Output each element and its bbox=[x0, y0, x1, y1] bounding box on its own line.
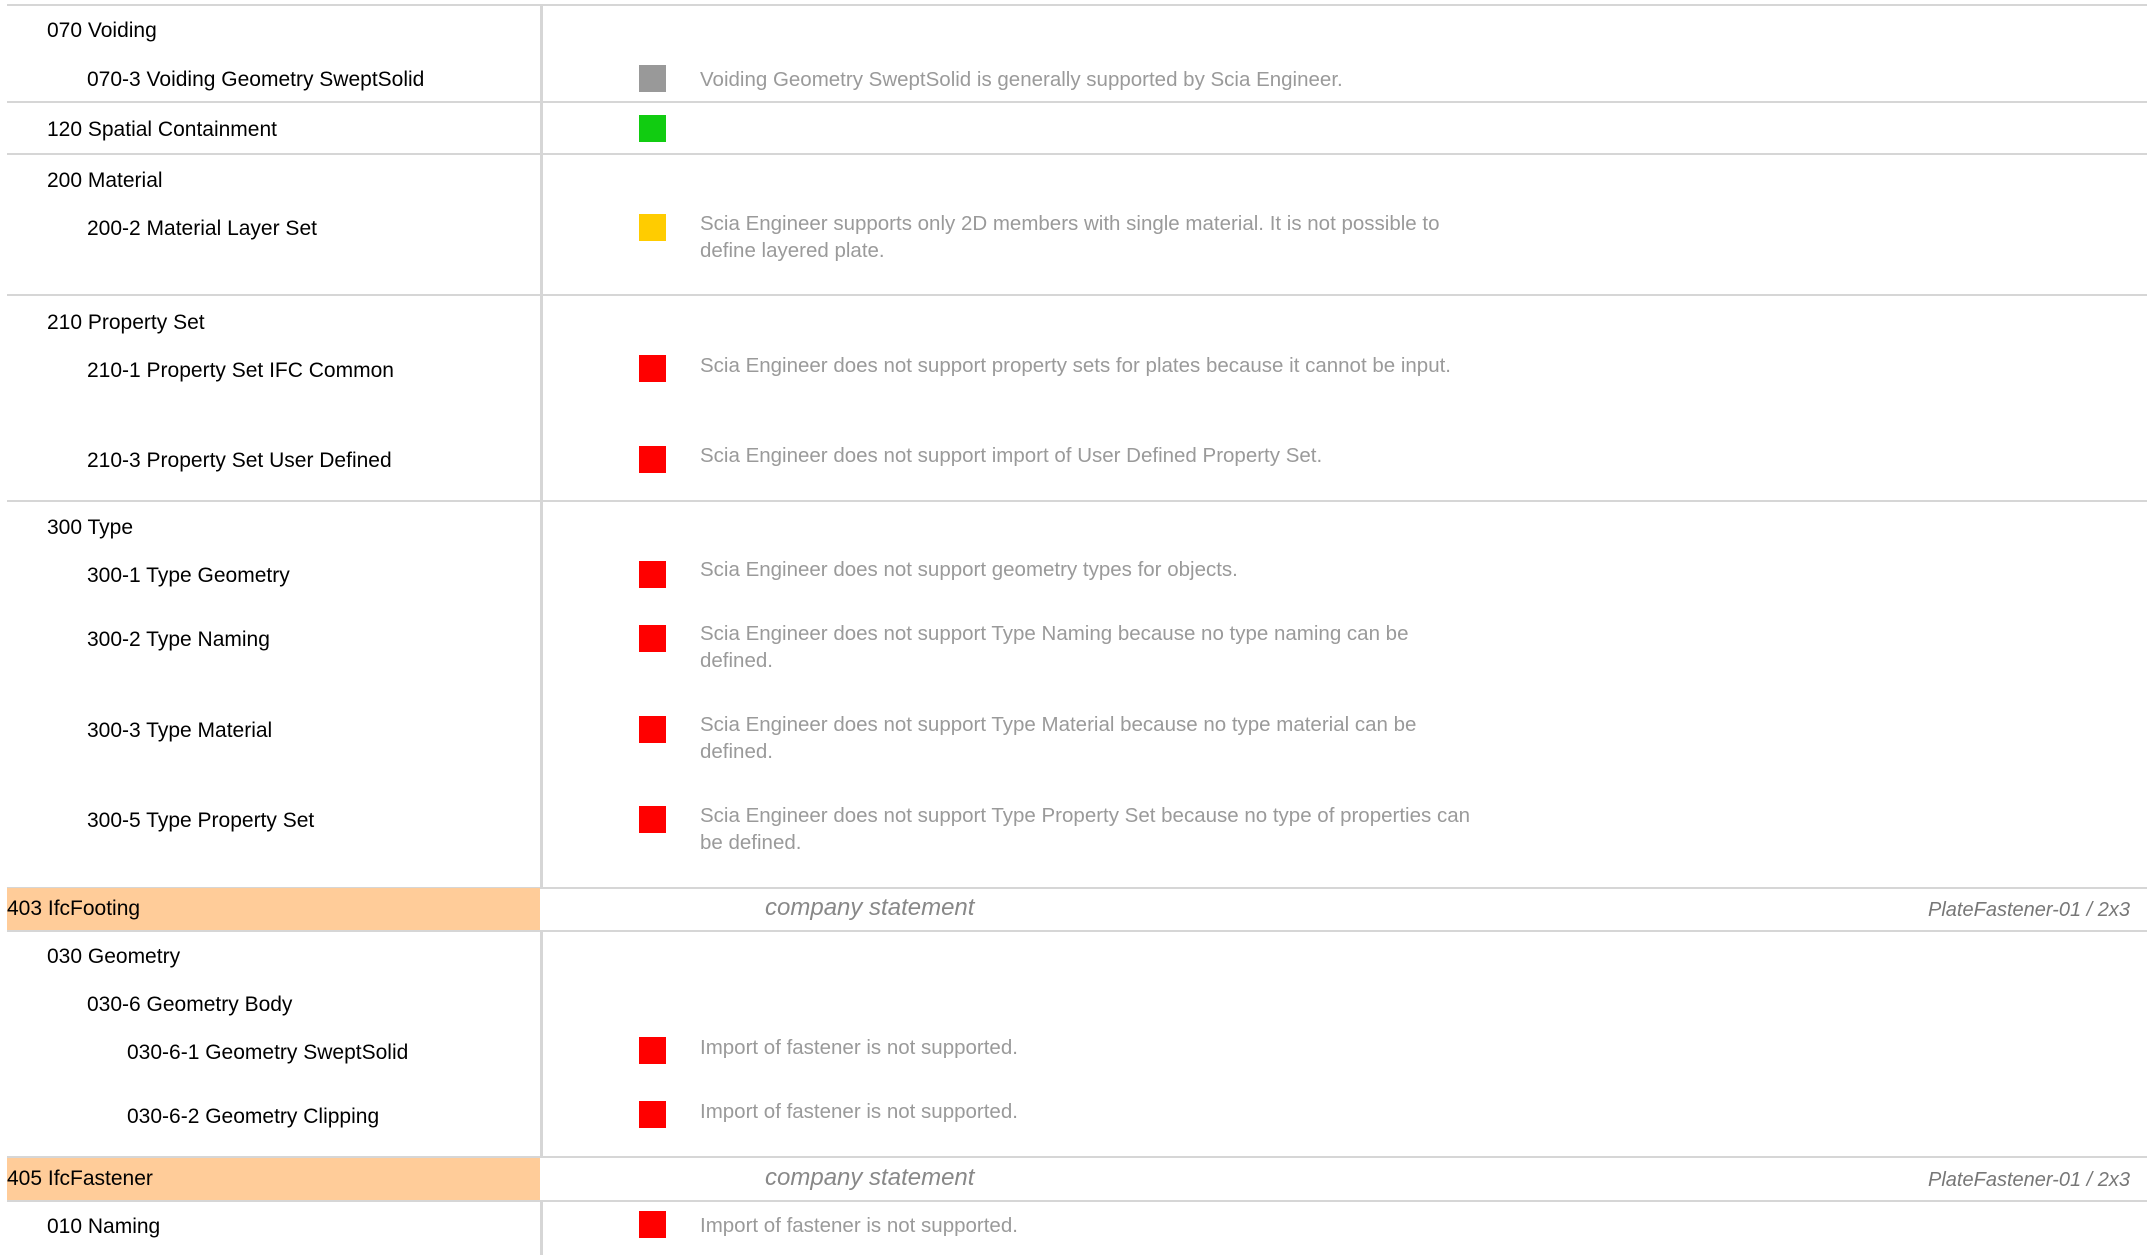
naming-label: 010 Naming bbox=[47, 1215, 161, 1238]
status-red-marker bbox=[639, 355, 666, 382]
geometry-sweptsolid-note: Import of fastener is not supported. bbox=[700, 1036, 1018, 1059]
type-heading: 300 Type bbox=[47, 516, 134, 539]
type-geometry-label: 300-1 Type Geometry bbox=[87, 564, 290, 587]
status-red-marker bbox=[639, 806, 666, 833]
type-material-note: Scia Engineer does not support Type Mate… bbox=[700, 713, 1417, 763]
material-layer-set-note: Scia Engineer supports only 2D members w… bbox=[700, 212, 1440, 262]
material-layer-set-label: 200-2 Material Layer Set bbox=[87, 217, 317, 240]
status-red-marker bbox=[639, 1037, 666, 1064]
naming-note: Import of fastener is not supported. bbox=[700, 1214, 1018, 1237]
row-divider bbox=[7, 4, 2147, 6]
status-red-marker bbox=[639, 1211, 666, 1238]
status-green-marker bbox=[639, 115, 666, 142]
status-gray-marker bbox=[639, 65, 666, 92]
ifcfooting-section-title: 403 IfcFooting bbox=[7, 897, 141, 920]
row-divider bbox=[7, 153, 2147, 155]
property-set-user-defined-note: Scia Engineer does not support import of… bbox=[700, 444, 1323, 467]
spatial-containment-label: 120 Spatial Containment bbox=[47, 118, 277, 141]
company-statement-label: company statement bbox=[765, 1164, 975, 1191]
voiding-heading: 070 Voiding bbox=[47, 19, 157, 42]
type-geometry-note: Scia Engineer does not support geometry … bbox=[700, 558, 1238, 581]
voiding-geometry-sweptsolid-note: Voiding Geometry SweptSolid is generally… bbox=[700, 68, 1343, 91]
column-divider bbox=[540, 930, 543, 1156]
status-red-marker bbox=[639, 446, 666, 473]
row-divider bbox=[7, 1200, 2147, 1202]
status-red-marker bbox=[639, 561, 666, 588]
geometry-sweptsolid-label: 030-6-1 Geometry SweptSolid bbox=[127, 1041, 409, 1064]
section-reference: PlateFastener-01 / 2x3 bbox=[1928, 899, 2130, 921]
company-statement-label: company statement bbox=[765, 894, 975, 921]
type-material-label: 300-3 Type Material bbox=[87, 719, 273, 742]
type-property-set-label: 300-5 Type Property Set bbox=[87, 809, 315, 832]
property-set-user-defined-label: 210-3 Property Set User Defined bbox=[87, 449, 392, 472]
column-divider bbox=[540, 6, 543, 887]
status-yellow-marker bbox=[639, 214, 666, 241]
row-divider bbox=[7, 101, 2147, 103]
column-divider bbox=[540, 1200, 543, 1255]
voiding-geometry-sweptsolid-label: 070-3 Voiding Geometry SweptSolid bbox=[87, 68, 425, 91]
geometry-body-heading: 030-6 Geometry Body bbox=[87, 993, 293, 1016]
material-heading: 200 Material bbox=[47, 169, 163, 192]
ifcfastener-section-title: 405 IfcFastener bbox=[7, 1167, 153, 1190]
property-set-ifc-common-label: 210-1 Property Set IFC Common bbox=[87, 359, 394, 382]
row-divider bbox=[7, 294, 2147, 296]
type-naming-note: Scia Engineer does not support Type Nami… bbox=[700, 622, 1409, 672]
geometry-heading: 030 Geometry bbox=[47, 945, 181, 968]
ifc-support-report: 070 Voiding 070-3 Voiding Geometry Swept… bbox=[0, 0, 2147, 1255]
status-red-marker bbox=[639, 1101, 666, 1128]
geometry-clipping-label: 030-6-2 Geometry Clipping bbox=[127, 1105, 380, 1128]
status-red-marker bbox=[639, 625, 666, 652]
row-divider bbox=[7, 930, 2147, 932]
row-divider bbox=[7, 500, 2147, 502]
type-naming-label: 300-2 Type Naming bbox=[87, 628, 270, 651]
section-reference: PlateFastener-01 / 2x3 bbox=[1928, 1169, 2130, 1191]
geometry-clipping-note: Import of fastener is not supported. bbox=[700, 1100, 1018, 1123]
type-property-set-note: Scia Engineer does not support Type Prop… bbox=[700, 804, 1470, 854]
status-red-marker bbox=[639, 716, 666, 743]
property-set-ifc-common-note: Scia Engineer does not support property … bbox=[700, 354, 1451, 377]
property-set-heading: 210 Property Set bbox=[47, 311, 205, 334]
